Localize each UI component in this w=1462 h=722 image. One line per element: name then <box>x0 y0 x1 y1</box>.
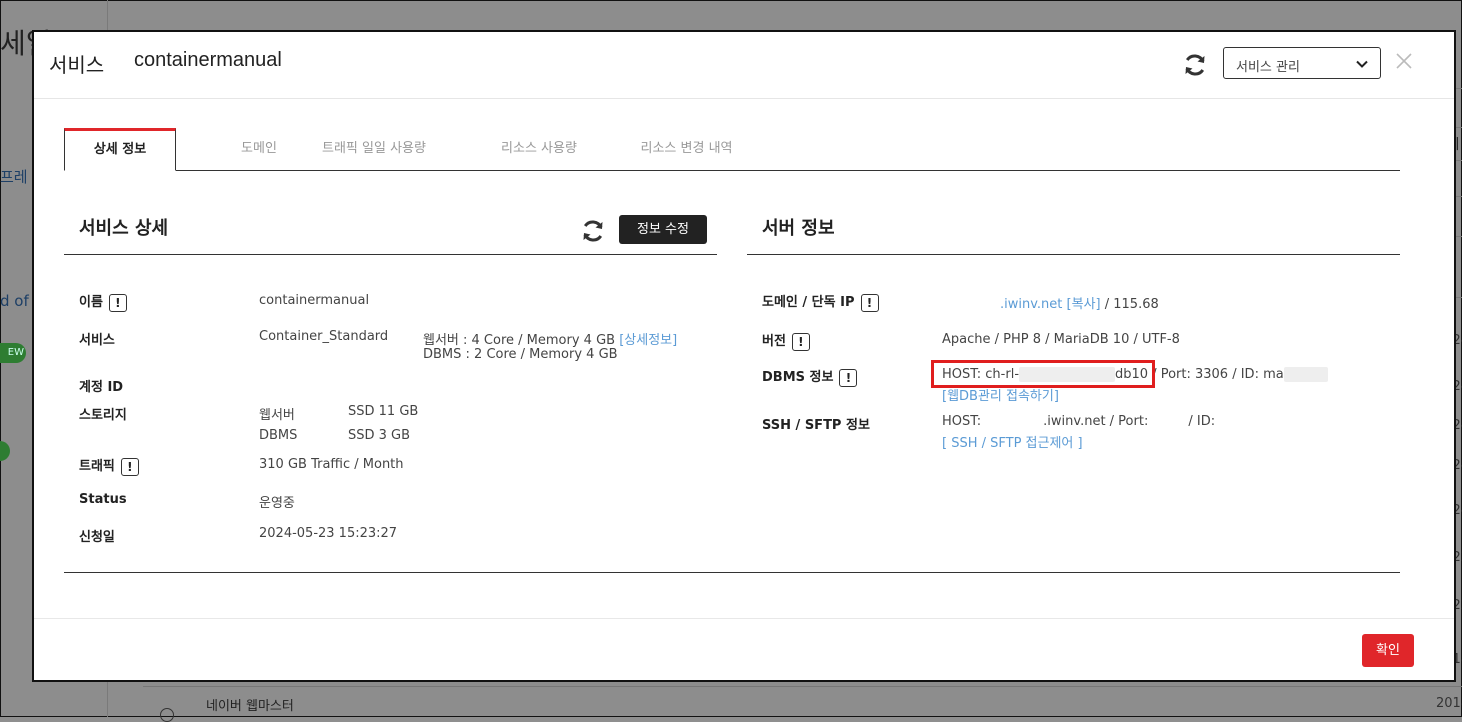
highlight-box <box>931 360 1155 388</box>
background-new-badge: EW <box>0 343 26 363</box>
domain-ip-text: / 115.68 <box>1104 297 1159 312</box>
service-label: 서비스 <box>79 333 115 348</box>
name-value: containermanual <box>259 293 370 308</box>
tab-resource-changes[interactable]: 리소스 변경 내역 <box>619 128 754 170</box>
service-dbms-spec: DBMS : 2 Core / Memory 4 GB <box>423 347 618 362</box>
modal-kind-label: 서비스 <box>49 55 105 77</box>
storage-web-value: SSD 11 GB <box>348 404 419 419</box>
status-label: Status <box>79 492 127 507</box>
modal-header: 서비스 containermanual 서비스 관리 <box>34 32 1454 99</box>
service-value: Container_Standard <box>259 329 389 344</box>
traffic-label: 트래픽! <box>79 455 139 476</box>
service-detail-modal: 서비스 containermanual 서비스 관리 상세 정보 도메인 트래픽… <box>32 30 1456 682</box>
ssh-host-value: HOST: .iwinv.net / Port: / ID: <box>942 414 1215 429</box>
tab-daily-traffic[interactable]: 트래픽 일일 사용량 <box>304 128 444 170</box>
tab-domain[interactable]: 도메인 <box>204 128 314 170</box>
dbms-info-label: DBMS 정보! <box>762 366 858 387</box>
background-table-row: 네이버 웹마스터 <box>143 686 1462 718</box>
background-link-fragment: 프레 <box>0 168 28 186</box>
redacted-block <box>1283 367 1328 382</box>
chevron-down-icon <box>1356 60 1368 68</box>
storage-db-label: DBMS <box>259 428 298 443</box>
info-icon[interactable]: ! <box>860 293 879 312</box>
copy-domain-link[interactable]: [복사] <box>1067 297 1101 312</box>
tab-detail-info[interactable]: 상세 정보 <box>64 128 176 171</box>
section-divider <box>747 254 1400 255</box>
storage-db-value: SSD 3 GB <box>348 428 411 443</box>
modal-service-name: containermanual <box>134 49 282 71</box>
service-web-spec-text: 웹서버 : 4 Core / Memory 4 GB <box>423 333 616 348</box>
name-label: 이름! <box>79 291 127 312</box>
traffic-label-text: 트래픽 <box>79 459 115 474</box>
info-icon[interactable]: ! <box>108 293 127 312</box>
storage-label: 스토리지 <box>79 408 127 423</box>
info-icon[interactable]: ! <box>839 368 858 387</box>
footer-divider <box>34 618 1454 619</box>
server-info-title: 서버 정보 <box>762 218 835 239</box>
service-manage-select-value: 서비스 관리 <box>1236 60 1300 75</box>
refresh-icon[interactable] <box>580 218 606 244</box>
name-label-text: 이름 <box>79 295 103 310</box>
version-label-text: 버전 <box>762 334 786 349</box>
domain-ip-value: .iwinv.net [복사] / 115.68 <box>1000 293 1159 312</box>
refresh-icon[interactable] <box>1182 52 1208 78</box>
status-value: 운영중 <box>259 496 295 511</box>
info-icon[interactable]: ! <box>120 457 139 476</box>
domain-ip-label-text: 도메인 / 단독 IP <box>762 295 855 310</box>
close-icon[interactable] <box>1394 51 1414 71</box>
domain-link[interactable]: .iwinv.net <box>1000 297 1062 312</box>
content-bottom-divider <box>64 572 1400 573</box>
ssh-access-control-link[interactable]: [ SSH / SFTP 접근제어 ] <box>942 432 1083 451</box>
confirm-button[interactable]: 확인 <box>1362 634 1414 667</box>
tab-resource-usage[interactable]: 리소스 사용량 <box>464 128 614 170</box>
storage-web-label: 웹서버 <box>259 408 295 423</box>
ssh-sftp-label: SSH / SFTP 정보 <box>762 418 870 433</box>
ssh-host-prefix: HOST: <box>942 414 982 429</box>
background-link-fragment: d of <box>0 292 29 310</box>
info-icon[interactable]: ! <box>791 332 810 351</box>
background-row-radio <box>160 708 174 722</box>
version-label: 버전! <box>762 330 810 351</box>
detail-tabs: 상세 정보 도메인 트래픽 일일 사용량 리소스 사용량 리소스 변경 내역 <box>64 128 1400 171</box>
service-web-spec: 웹서버 : 4 Core / Memory 4 GB [상세정보] <box>423 329 677 348</box>
account-id-label: 계정 ID <box>79 380 124 395</box>
background-row-name: 네이버 웹마스터 <box>206 699 294 714</box>
ssh-host-mid: .iwinv.net / Port: <box>1043 414 1149 429</box>
traffic-value: 310 GB Traffic / Month <box>259 457 404 472</box>
service-manage-select[interactable]: 서비스 관리 <box>1223 47 1381 79</box>
edit-info-button[interactable]: 정보 수정 <box>619 215 707 244</box>
version-value: Apache / PHP 8 / MariaDB 10 / UTF-8 <box>942 332 1180 347</box>
applied-date-value: 2024-05-23 15:23:27 <box>259 526 398 541</box>
service-detail-title: 서비스 상세 <box>79 218 169 239</box>
ssh-id-text: / ID: <box>1188 414 1216 429</box>
spec-detail-link[interactable]: [상세정보] <box>619 333 677 348</box>
dbms-info-label-text: DBMS 정보 <box>762 370 834 385</box>
domain-ip-label: 도메인 / 단독 IP! <box>762 291 879 312</box>
section-divider <box>64 254 717 255</box>
applied-date-label: 신청일 <box>79 530 115 545</box>
